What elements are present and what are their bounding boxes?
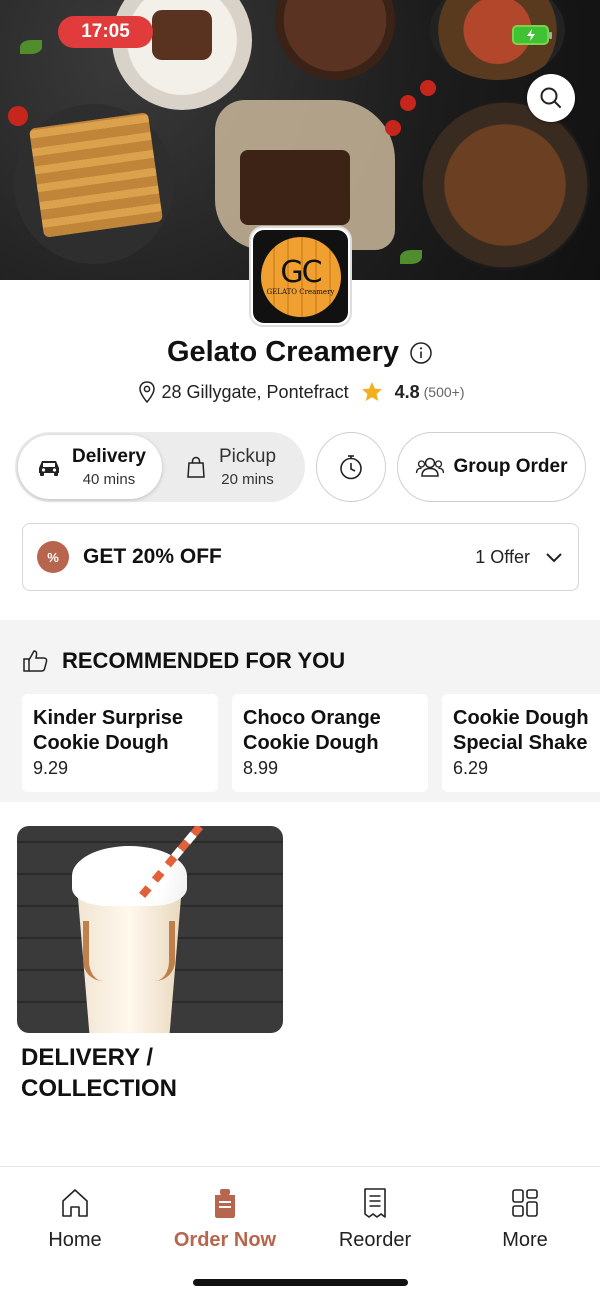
category-label[interactable]: DELIVERY / COLLECTION bbox=[21, 1042, 281, 1104]
receipt-icon bbox=[364, 1188, 386, 1218]
item-name: Kinder Surprise Cookie Dough bbox=[33, 707, 184, 754]
battery-charging-icon bbox=[512, 25, 552, 45]
recommended-header: RECOMMENDED FOR YOU bbox=[22, 648, 345, 674]
caramel-drizzle bbox=[83, 921, 175, 981]
recommended-item[interactable]: Kinder Surprise Cookie Dough 9.29 bbox=[22, 694, 218, 792]
car-icon bbox=[39, 461, 59, 476]
tomato bbox=[385, 120, 401, 136]
recommended-item[interactable]: Cookie Dough Special Shake 6.29 bbox=[442, 694, 600, 792]
nav-home-label: Home bbox=[48, 1229, 102, 1251]
nav-reorder-label: Reorder bbox=[338, 1229, 412, 1251]
group-order-button[interactable]: Group Order bbox=[397, 432, 586, 502]
nav-home[interactable]: Home bbox=[15, 1187, 135, 1252]
waffle bbox=[28, 112, 164, 238]
delivery-time: 40 mins bbox=[82, 471, 136, 488]
nav-order-now-label: Order Now bbox=[173, 1229, 277, 1251]
item-price: 8.99 bbox=[243, 758, 279, 778]
nav-order-now[interactable]: Order Now bbox=[165, 1187, 285, 1252]
order-icon bbox=[215, 1189, 235, 1218]
status-time: 17:05 bbox=[58, 16, 153, 48]
strawberry bbox=[8, 106, 28, 126]
review-count: (500+) bbox=[423, 384, 465, 400]
item-name: Choco Orange Cookie Dough bbox=[243, 707, 381, 754]
recommended-title: RECOMMENDED FOR YOU bbox=[62, 648, 346, 673]
brownie bbox=[240, 150, 350, 225]
item-name: Cookie Dough Special Shake bbox=[453, 707, 589, 754]
tomato bbox=[400, 95, 416, 111]
offer-count: 1 Offer bbox=[475, 546, 530, 567]
pickup-label: Pickup bbox=[219, 446, 277, 467]
store-rating: 4.8 bbox=[394, 381, 420, 402]
star-icon bbox=[361, 382, 382, 401]
group-icon bbox=[416, 457, 445, 477]
offer-title: GET 20% OFF bbox=[83, 545, 222, 568]
store-name: Gelato Creamery bbox=[166, 336, 400, 368]
item-price: 9.29 bbox=[33, 758, 69, 778]
nav-reorder[interactable]: Reorder bbox=[315, 1187, 435, 1252]
category-image[interactable] bbox=[17, 826, 283, 1033]
delivery-label: Delivery bbox=[72, 446, 146, 467]
group-order-label: Group Order bbox=[453, 456, 568, 477]
pickup-time: 20 mins bbox=[221, 471, 274, 488]
store-logo: GC GELATO Creamery bbox=[249, 226, 352, 327]
info-icon[interactable] bbox=[409, 341, 433, 365]
location-pin-icon bbox=[138, 381, 155, 404]
logo-initials: GC bbox=[280, 254, 322, 290]
fulfilment-toggle: Delivery 40 mins Pickup 20 mins bbox=[15, 432, 305, 502]
tomato bbox=[420, 80, 436, 96]
stew-plate bbox=[420, 100, 590, 270]
store-address: 28 Gillygate, Pontefract bbox=[161, 381, 349, 402]
thumbs-up-icon bbox=[23, 650, 48, 672]
store-address-row: 28 Gillygate, Pontefract 4.8 (500+) bbox=[0, 380, 600, 404]
chevron-down-icon bbox=[544, 550, 564, 564]
search-icon bbox=[540, 87, 561, 108]
discount-badge-icon: % bbox=[37, 541, 69, 573]
offer-banner[interactable]: % GET 20% OFF 1 Offer bbox=[22, 523, 579, 591]
item-price: 6.29 bbox=[453, 758, 489, 778]
grid-icon bbox=[512, 1189, 538, 1217]
home-icon bbox=[62, 1189, 88, 1217]
store-title-row: Gelato Creamery bbox=[0, 336, 600, 369]
home-indicator bbox=[193, 1279, 408, 1286]
recommended-section: RECOMMENDED FOR YOU Kinder Surprise Cook… bbox=[0, 620, 600, 802]
nav-more[interactable]: More bbox=[465, 1187, 585, 1252]
stopwatch-icon bbox=[340, 455, 362, 480]
nav-more-label: More bbox=[502, 1229, 548, 1251]
recommended-item[interactable]: Choco Orange Cookie Dough 8.99 bbox=[232, 694, 428, 792]
shopping-bag-icon bbox=[187, 456, 205, 478]
delivery-option[interactable]: Delivery 40 mins bbox=[18, 435, 162, 499]
leaf bbox=[20, 40, 42, 54]
schedule-button[interactable] bbox=[316, 432, 386, 502]
pickup-option[interactable]: Pickup 20 mins bbox=[185, 435, 300, 499]
search-button[interactable] bbox=[527, 74, 575, 122]
cake-plate bbox=[275, 0, 395, 80]
logo-subtext: GELATO Creamery bbox=[266, 287, 335, 296]
leaf bbox=[400, 250, 422, 264]
